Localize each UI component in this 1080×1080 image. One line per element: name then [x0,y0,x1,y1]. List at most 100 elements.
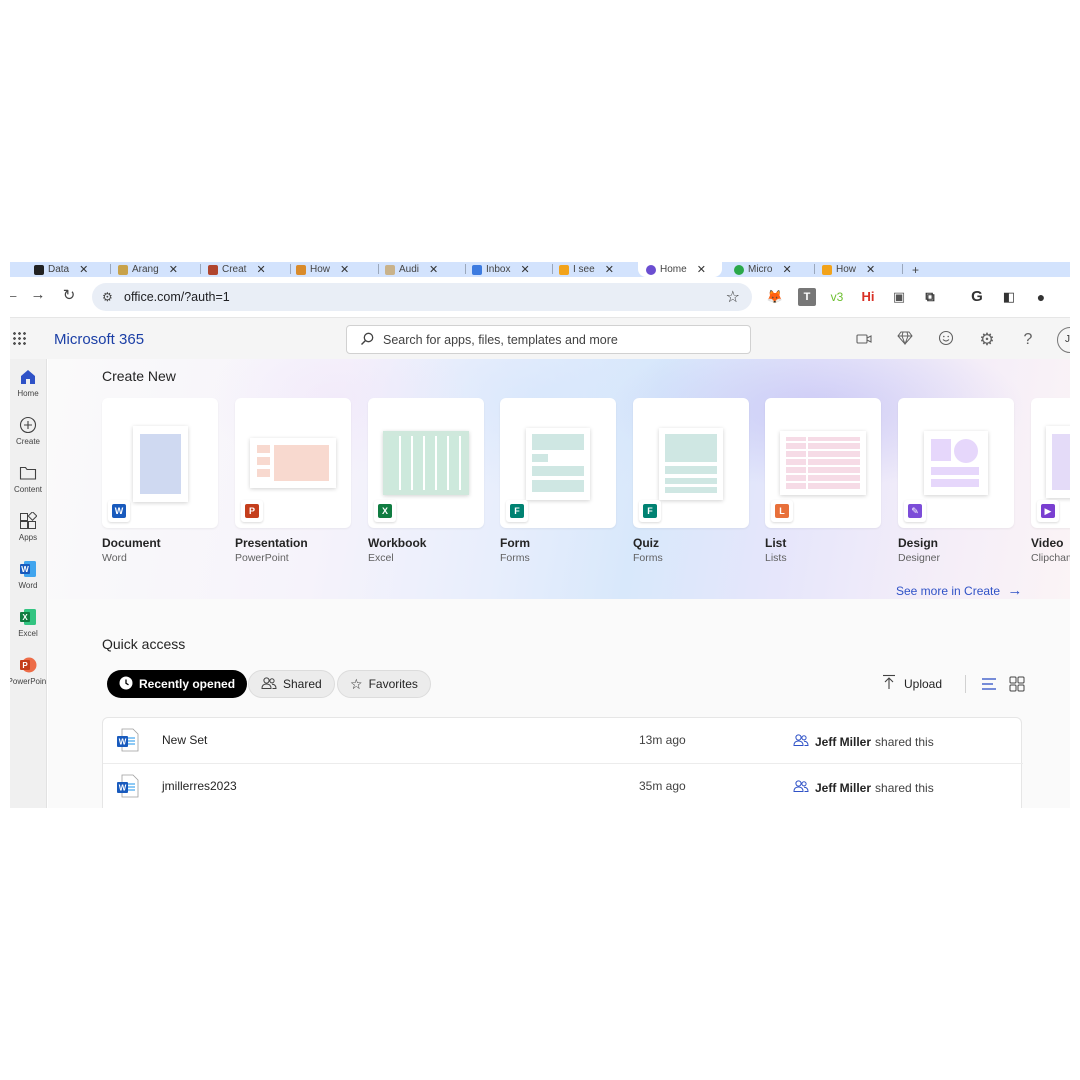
create-card-document[interactable]: W [102,398,218,528]
v3-extension-icon[interactable]: v3 [828,288,846,306]
close-icon[interactable]: ✕ [429,263,438,276]
main-content: Create New W Document Word P Presentatio… [48,359,1070,808]
filter-label: Favorites [368,677,418,691]
extensions-puzzle-icon[interactable]: ⧉ [921,288,939,306]
url-text[interactable]: office.com/?auth=1 [124,290,230,304]
apps-icon [18,511,38,531]
browser-tab[interactable]: I see ✕ [559,262,614,277]
card-title[interactable]: Workbook [368,536,426,550]
table-row[interactable]: W jmillerres2023 35m ago Jeff Miller sha… [103,763,1023,808]
see-more-link[interactable]: See more in Create → [896,582,1022,599]
site-settings-icon[interactable]: ⚙ [102,290,116,304]
file-name[interactable]: New Set [162,733,207,747]
browser-tab[interactable]: Micro ✕ [734,262,792,277]
tab-favicon-icon [559,264,569,275]
create-card-list[interactable]: L [765,398,881,528]
browser-tab[interactable]: Arang ✕ [118,262,178,277]
powerpoint-icon: P [241,500,263,522]
new-tab-icon[interactable]: + [912,262,919,277]
tab-label: Data [48,264,70,275]
create-card-video[interactable]: ▶ [1031,398,1070,528]
upload-label: Upload [904,676,943,691]
card-title[interactable]: Document [102,536,161,550]
rail-item-label: Content [13,485,43,494]
browser-tab[interactable]: Data ✕ [34,262,88,277]
rail-item-powerpoint[interactable]: P PowerPoint [10,655,47,686]
metamask-extension-icon[interactable]: 🦊 [766,288,784,306]
quiz-thumbnail [659,428,723,500]
app-launcher-icon[interactable] [12,331,26,345]
upload-button[interactable]: Upload [882,674,942,693]
reload-icon[interactable]: ↻ [59,286,79,304]
grid-view-icon[interactable] [1008,675,1026,693]
card-title[interactable]: Quiz [633,536,659,550]
filter-favorites[interactable]: ☆ Favorites [337,670,431,698]
create-card-workbook[interactable]: X [368,398,484,528]
premium-diamond-icon[interactable] [895,330,915,350]
save-extension-icon[interactable]: ▣ [890,288,908,306]
hi-extension-icon[interactable]: Hi [859,288,877,306]
google-extension-icon[interactable]: G [968,288,986,306]
card-title[interactable]: Design [898,536,938,550]
browser-tab[interactable]: How ✕ [296,262,349,277]
create-card-form[interactable]: F [500,398,616,528]
close-icon[interactable]: ✕ [520,263,529,276]
close-icon[interactable]: ✕ [256,263,265,276]
forward-icon[interactable]: → [28,286,48,303]
file-time: 13m ago [639,733,686,747]
help-icon[interactable]: ? [1018,330,1038,350]
rail-item-create[interactable]: Create [10,415,46,446]
filter-shared[interactable]: Shared [248,670,335,698]
rail-item-word[interactable]: W Word [10,559,46,590]
file-name[interactable]: jmillerres2023 [162,779,237,793]
avatar[interactable]: JM [1057,327,1070,353]
rail-item-apps[interactable]: Apps [10,511,46,542]
card-title[interactable]: List [765,536,786,550]
rail-item-label: Word [18,581,38,590]
table-row[interactable]: W New Set 13m ago Jeff Miller shared thi… [103,718,1023,763]
search-box[interactable] [346,325,751,354]
rail-item-home[interactable]: Home [10,367,46,398]
create-card-design[interactable]: ✎ [898,398,1014,528]
browser-tab[interactable]: Audi ✕ [385,262,438,277]
browser-tab[interactable]: Inbox ✕ [472,262,530,277]
card-app-label: Word [102,552,127,564]
close-icon[interactable]: ✕ [169,263,178,276]
t-extension-icon[interactable]: T [798,288,816,306]
close-icon[interactable]: ✕ [79,263,88,276]
create-card-quiz[interactable]: F [633,398,749,528]
tab-label: Creat [222,264,247,275]
profile-icon[interactable]: ● [1032,288,1050,306]
card-title[interactable]: Form [500,536,530,550]
close-icon[interactable]: ✕ [782,263,791,276]
sidepanel-icon[interactable]: ◧ [1000,288,1018,306]
browser-tab[interactable]: Creat ✕ [208,262,266,277]
close-icon[interactable]: ✕ [697,263,706,276]
back-icon[interactable]: ← [10,286,22,303]
filter-recently-opened[interactable]: Recently opened [107,670,248,698]
card-title[interactable]: Presentation [235,536,308,550]
left-app-rail: Home Create Content Apps W Word X Excel … [10,359,47,808]
feedback-smiley-icon[interactable] [936,330,956,350]
gear-icon[interactable]: ⚙ [977,330,997,350]
search-input[interactable] [383,331,743,349]
browser-tab[interactable]: How ✕ [822,262,875,277]
people-icon [793,733,809,750]
close-icon[interactable]: ✕ [866,263,875,276]
rail-item-excel[interactable]: X Excel [10,607,46,638]
bookmark-star-icon[interactable]: ☆ [726,287,740,307]
people-icon [261,676,277,693]
meet-now-icon[interactable] [854,330,874,350]
brand-title[interactable]: Microsoft 365 [54,331,144,348]
create-card-presentation[interactable]: P [235,398,351,528]
address-bar[interactable]: ⚙ office.com/?auth=1 ☆ [92,283,752,311]
rail-item-label: PowerPoint [10,677,47,686]
browser-tab-active[interactable]: Home ✕ [638,262,722,277]
close-icon[interactable]: ✕ [340,263,349,276]
folder-icon [18,463,38,483]
card-title[interactable]: Video [1031,536,1063,550]
list-view-icon[interactable] [980,675,998,693]
rail-item-content[interactable]: Content [10,463,46,494]
close-icon[interactable]: ✕ [605,263,614,276]
card-app-label: Forms [500,552,530,564]
